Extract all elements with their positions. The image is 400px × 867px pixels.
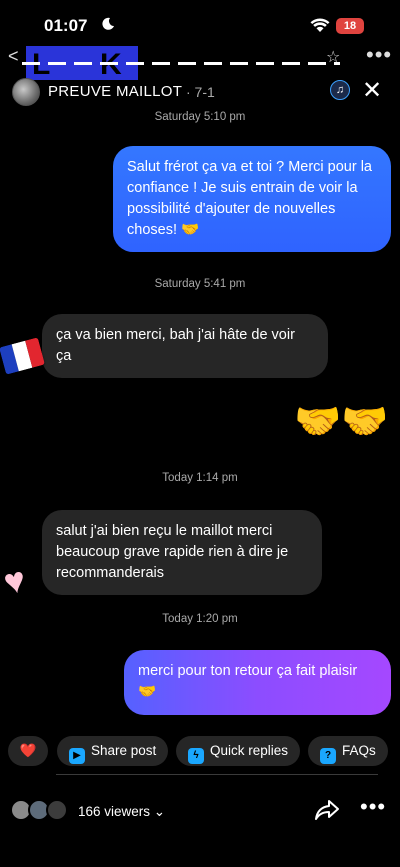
lightning-icon: ϟ bbox=[188, 748, 204, 764]
outgoing-message[interactable]: Salut frérot ça va et toi ? Merci pour l… bbox=[113, 146, 391, 252]
story-more-icon[interactable]: ••• bbox=[366, 42, 392, 68]
timestamp: Today 1:20 pm bbox=[162, 613, 238, 625]
chat-subtitle: · 7-1 bbox=[186, 84, 215, 100]
chat-header: PREUVE MAILLOT · 7-1 ♫ ✕ bbox=[0, 76, 400, 108]
question-icon: ? bbox=[320, 748, 336, 764]
battery-indicator: 18 bbox=[336, 18, 364, 34]
back-chevron-icon[interactable]: < bbox=[8, 46, 19, 67]
status-time: 01:07 bbox=[44, 16, 88, 35]
chat-title[interactable]: PREUVE MAILLOT bbox=[48, 83, 182, 100]
viewer-avatar bbox=[46, 799, 68, 821]
timestamp: Saturday 5:10 pm bbox=[154, 111, 246, 123]
incoming-message[interactable]: ça va bien merci, bah j'ai hâte de voir … bbox=[42, 314, 328, 378]
close-icon[interactable]: ✕ bbox=[362, 76, 382, 105]
timestamp: Saturday 5:41 pm bbox=[154, 278, 246, 290]
more-options-icon[interactable]: ••• bbox=[360, 794, 386, 820]
viewers-row: 166 viewers ⌄ ••• bbox=[0, 794, 400, 826]
story-progress-dashes bbox=[22, 62, 340, 65]
share-icon[interactable] bbox=[314, 798, 340, 822]
heart-sticker: ♥ bbox=[0, 558, 30, 603]
like-button[interactable]: ❤️ bbox=[8, 736, 48, 766]
message-input-divider bbox=[56, 774, 378, 775]
quick-replies-label: Quick replies bbox=[210, 743, 289, 758]
pin-icon[interactable]: ☆ bbox=[326, 47, 340, 67]
moon-icon bbox=[102, 17, 114, 30]
quick-replies-button[interactable]: ϟ Quick replies bbox=[176, 736, 301, 766]
french-flag-sticker bbox=[0, 337, 45, 375]
share-post-button[interactable]: ▶ Share post bbox=[57, 736, 169, 766]
faqs-button[interactable]: ? FAQs bbox=[308, 736, 388, 766]
outgoing-message[interactable]: merci pour ton retour ça fait plaisir 🤝 bbox=[124, 650, 391, 715]
quick-action-chips: ❤️ ▶ Share post ϟ Quick replies ? FAQs bbox=[0, 736, 400, 766]
status-bar: 01:07 18 bbox=[0, 0, 400, 44]
faqs-label: FAQs bbox=[342, 743, 376, 758]
share-post-label: Share post bbox=[91, 743, 157, 758]
incoming-message[interactable]: salut j'ai bien reçu le maillot merci be… bbox=[42, 510, 322, 595]
wifi-icon bbox=[310, 18, 330, 32]
music-icon[interactable]: ♫ bbox=[330, 80, 350, 100]
viewers-count[interactable]: 166 viewers ⌄ bbox=[78, 804, 165, 820]
handshake-emoji-message[interactable]: 🤝🤝 bbox=[294, 400, 389, 444]
play-icon: ▶ bbox=[69, 748, 85, 764]
avatar[interactable] bbox=[12, 78, 40, 106]
timestamp: Today 1:14 pm bbox=[162, 472, 238, 484]
